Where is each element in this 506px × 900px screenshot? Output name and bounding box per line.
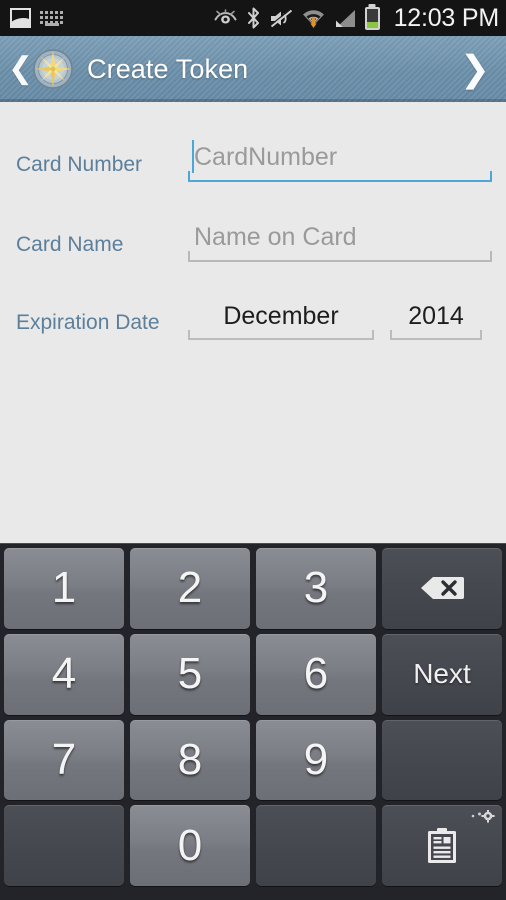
- key-1[interactable]: 1: [4, 548, 124, 629]
- keyboard-row-2: 4 5 6 Next: [4, 633, 502, 715]
- expiration-date-label: Expiration Date: [16, 311, 160, 334]
- key-next-label: Next: [413, 658, 471, 690]
- phone-screen: 12:03 PM ❮ Create Token ❯ Card Number Ca…: [0, 0, 506, 900]
- expiration-year-value: 2014: [408, 302, 464, 330]
- key-4[interactable]: 4: [4, 633, 124, 715]
- key-clipboard-settings[interactable]: [382, 805, 502, 886]
- key-3[interactable]: 3: [256, 548, 376, 629]
- key-0[interactable]: 0: [130, 805, 250, 886]
- volume-mute-icon: [269, 8, 293, 28]
- key-5-label: 5: [177, 649, 203, 699]
- compass-rose-logo-icon[interactable]: [32, 48, 74, 90]
- status-bar: 12:03 PM: [0, 0, 506, 36]
- key-blank-left[interactable]: [4, 805, 124, 886]
- keyboard-row-4: 0: [4, 805, 502, 886]
- action-bar: ❮ Create Token ❯: [0, 36, 506, 102]
- clipboard-icon: [426, 827, 458, 865]
- key-0-label: 0: [177, 820, 203, 870]
- key-next[interactable]: Next: [382, 633, 502, 715]
- battery-icon: [364, 6, 380, 30]
- status-bar-clock: 12:03 PM: [393, 3, 500, 32]
- key-9[interactable]: 9: [256, 719, 376, 801]
- key-2[interactable]: 2: [130, 548, 250, 629]
- form-row-card-number: Card Number: [0, 130, 506, 182]
- form-content: Card Number Card Name Expiration Date: [0, 102, 506, 543]
- card-name-input-box[interactable]: [188, 223, 492, 262]
- key-9-label: 9: [303, 734, 329, 784]
- card-number-label: Card Number: [16, 153, 143, 176]
- card-number-input-box[interactable]: [188, 140, 492, 182]
- page-title: Create Token: [87, 53, 249, 84]
- card-name-label: Card Name: [16, 233, 124, 256]
- key-2-label: 2: [177, 563, 203, 613]
- back-chevron-icon[interactable]: ❮: [8, 54, 33, 84]
- bluetooth-icon: [246, 7, 261, 29]
- form-row-expiration-date: Expiration Date December 2014: [0, 288, 506, 340]
- card-name-field-wrap: [188, 223, 492, 262]
- status-bar-left-icons: [10, 8, 64, 28]
- numeric-keyboard: 1 2 3 4 5 6 Next 7 8 9 0: [0, 543, 506, 900]
- screenshot-icon: [10, 8, 31, 28]
- text-caret: [192, 140, 194, 173]
- key-blank-right[interactable]: [382, 719, 502, 801]
- expiration-spinners: December 2014: [188, 302, 492, 340]
- expiration-month-value: December: [223, 302, 339, 330]
- key-8[interactable]: 8: [130, 719, 250, 801]
- forward-chevron-icon[interactable]: ❯: [460, 51, 490, 87]
- keyboard-icon: [40, 10, 64, 26]
- key-backspace[interactable]: [382, 548, 502, 629]
- status-bar-right-icons: 12:03 PM: [214, 4, 499, 33]
- keyboard-row-1: 1 2 3: [4, 548, 502, 629]
- keyboard-row-3: 7 8 9: [4, 719, 502, 801]
- smart-stay-eye-icon: [214, 9, 237, 27]
- card-name-input[interactable]: [188, 223, 492, 254]
- key-5[interactable]: 5: [130, 633, 250, 715]
- key-7-label: 7: [51, 734, 77, 784]
- gear-icon: [469, 809, 495, 826]
- key-8-label: 8: [177, 734, 203, 784]
- backspace-icon: [419, 573, 465, 603]
- key-7[interactable]: 7: [4, 719, 124, 801]
- key-6-label: 6: [303, 649, 329, 699]
- key-1-label: 1: [51, 563, 77, 613]
- card-number-input[interactable]: [188, 143, 492, 174]
- form-row-card-name: Card Name: [0, 210, 506, 262]
- key-4-label: 4: [51, 649, 77, 699]
- card-number-field-wrap: [188, 140, 492, 182]
- battery-fill: [366, 22, 378, 28]
- expiration-year-spinner[interactable]: 2014: [390, 302, 482, 340]
- expiration-month-spinner[interactable]: December: [188, 302, 374, 340]
- key-6[interactable]: 6: [256, 633, 376, 715]
- cellular-signal-icon: [334, 9, 356, 28]
- key-blank-mid[interactable]: [256, 805, 376, 886]
- wifi-icon: [302, 8, 325, 29]
- key-3-label: 3: [303, 563, 329, 613]
